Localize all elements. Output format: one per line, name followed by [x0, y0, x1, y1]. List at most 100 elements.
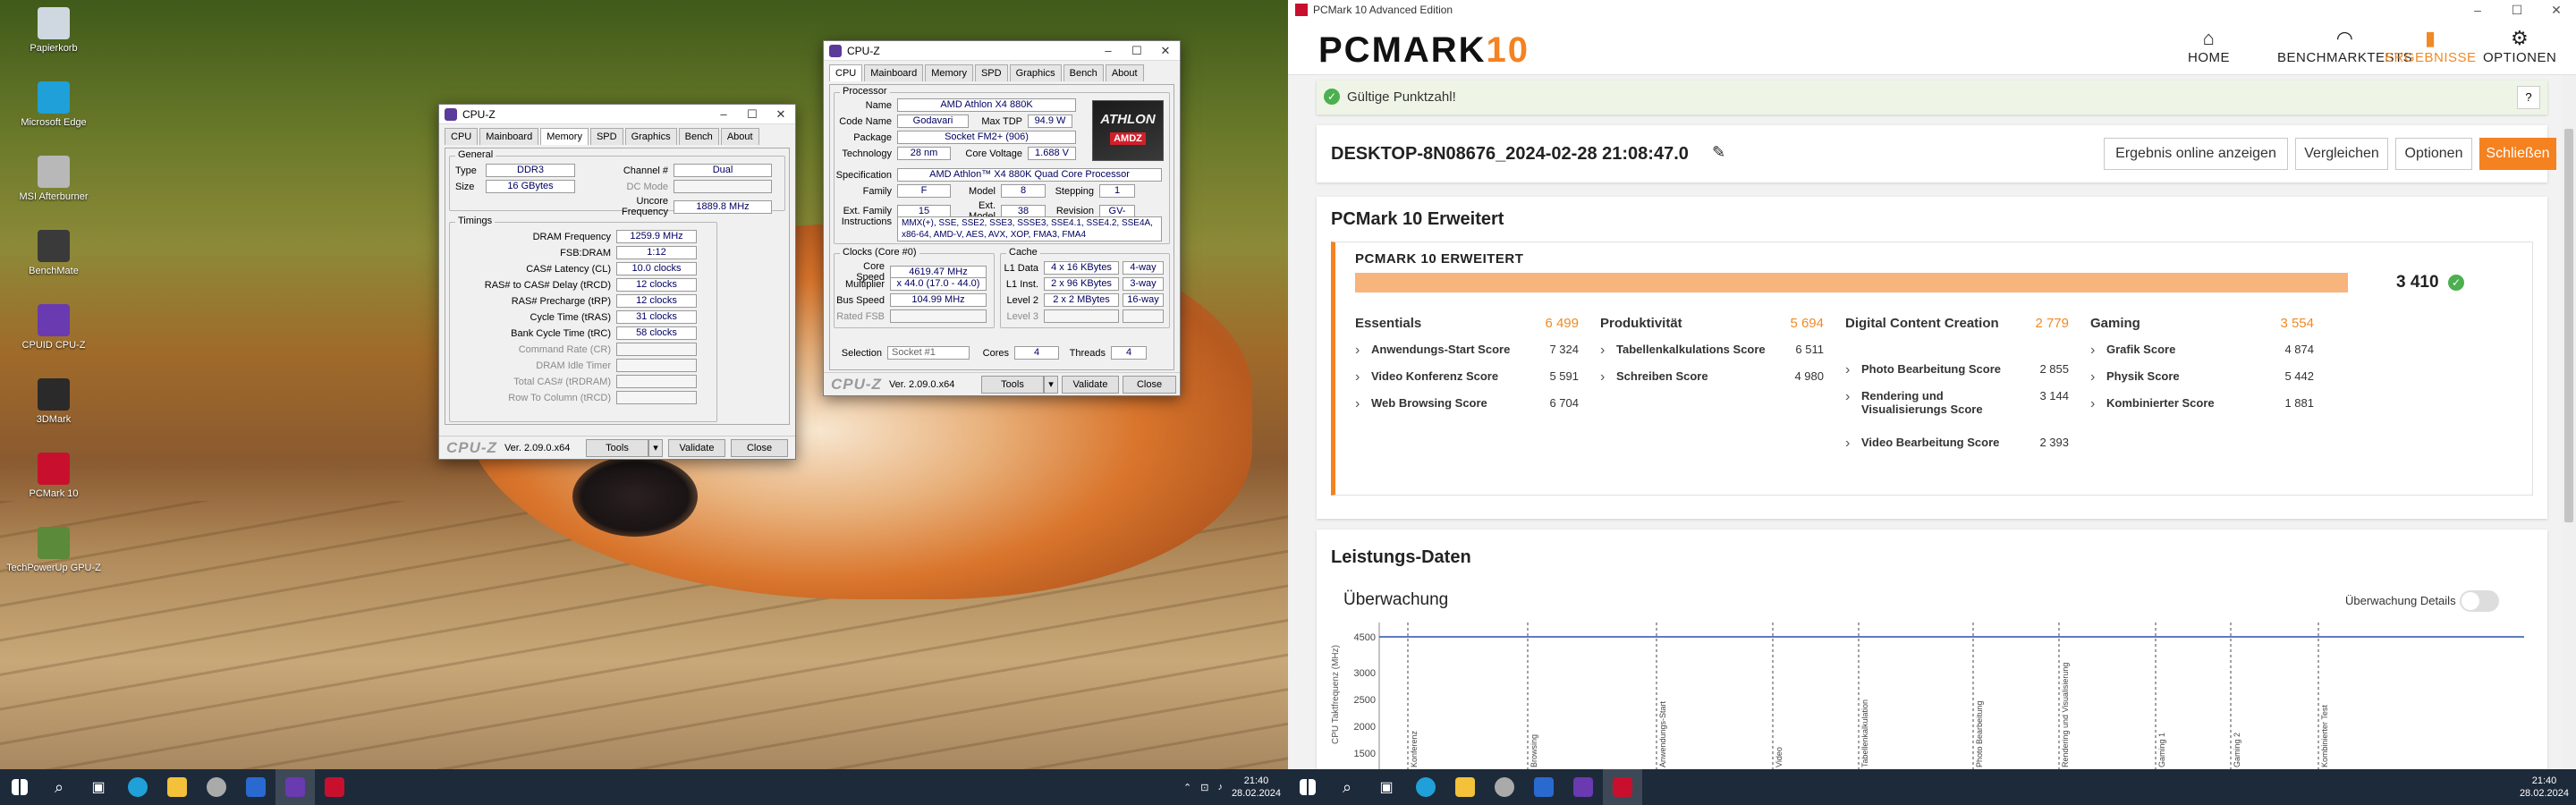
desktop-icon[interactable]: MSI Afterburner [0, 156, 107, 202]
tab-spd[interactable]: SPD [974, 64, 1008, 81]
tab-graphics[interactable]: Graphics [624, 128, 677, 145]
subscore-label[interactable]: Kombinierter Score [2106, 396, 2267, 410]
desktop-icon[interactable]: 3DMark [0, 378, 107, 425]
tab-bench[interactable]: Bench [1063, 64, 1104, 81]
chevron-right-icon[interactable]: › [1355, 343, 1360, 359]
tools-button[interactable]: Tools [981, 376, 1044, 394]
tab-bench[interactable]: Bench [678, 128, 719, 145]
edit-pencil-icon[interactable]: ✎ [1712, 143, 1725, 162]
page-scrollbar[interactable] [2562, 75, 2576, 769]
close-result-button[interactable]: Schließen [2479, 138, 2556, 170]
taskbar-explorer[interactable] [157, 769, 197, 805]
compare-button[interactable]: Vergleichen [2295, 138, 2388, 170]
subscore-label[interactable]: Schreiben Score [1616, 369, 1777, 383]
tab-mainboard[interactable]: Mainboard [479, 128, 539, 145]
close-icon[interactable]: ✕ [1151, 44, 1180, 58]
start-button[interactable] [0, 769, 39, 805]
taskbar-cpuz[interactable] [275, 769, 315, 805]
subscore-label[interactable]: Video Konferenz Score [1371, 369, 1532, 383]
cpuz-cpu-titlebar[interactable]: CPU-Z – ☐ ✕ [824, 41, 1180, 61]
help-button[interactable]: ? [2517, 86, 2540, 109]
pcmark-titlebar[interactable]: PCMark 10 Advanced Edition – ☐ ✕ [1288, 0, 2576, 20]
subscore-label[interactable]: Anwendungs-Start Score [1371, 343, 1532, 356]
minimize-icon[interactable]: – [1094, 44, 1123, 58]
chevron-right-icon[interactable]: › [1355, 369, 1360, 386]
start-button[interactable] [1288, 769, 1327, 805]
taskbar-edge[interactable] [118, 769, 157, 805]
tab-cpu[interactable]: CPU [445, 128, 479, 145]
taskbar-3dmark[interactable] [1524, 769, 1563, 805]
tools-button[interactable]: Tools [586, 439, 648, 457]
tools-dropdown-icon[interactable]: ▾ [1044, 376, 1058, 394]
tray-chevron-icon[interactable]: ⌃ [1183, 782, 1191, 793]
tab-cpu[interactable]: CPU [829, 64, 863, 81]
tab-memory[interactable]: Memory [925, 64, 973, 81]
taskbar-edge[interactable] [1406, 769, 1445, 805]
nav-home[interactable]: ⌂ HOME [2188, 27, 2230, 65]
taskbar-afterburner[interactable] [197, 769, 236, 805]
validate-button[interactable]: Validate [1062, 376, 1119, 394]
chevron-right-icon[interactable]: › [1845, 436, 1850, 452]
close-icon[interactable]: ✕ [767, 107, 795, 122]
taskview-button[interactable]: ▣ [79, 769, 118, 805]
desktop-icon[interactable]: Microsoft Edge [0, 81, 107, 128]
desktop-icon[interactable]: CPUID CPU-Z [0, 304, 107, 351]
taskbar-pcmark[interactable] [1603, 769, 1642, 805]
close-button[interactable]: Close [731, 439, 788, 457]
subscore-label[interactable]: Tabellenkalkulations Score [1616, 343, 1777, 356]
tab-memory[interactable]: Memory [540, 128, 589, 145]
search-button[interactable]: ⌕ [39, 769, 79, 805]
tab-graphics[interactable]: Graphics [1009, 64, 1062, 81]
minimize-icon[interactable]: – [2458, 3, 2497, 18]
tab-mainboard[interactable]: Mainboard [864, 64, 924, 81]
network-icon[interactable]: ⊡ [1200, 782, 1208, 793]
view-online-button[interactable]: Ergebnis online anzeigen [2104, 138, 2288, 170]
volume-icon[interactable]: ♪ [1217, 782, 1223, 792]
clock-left[interactable]: 21:40 28.02.2024 [1232, 775, 1281, 800]
monitoring-toggle[interactable] [2460, 590, 2499, 612]
validate-button[interactable]: Validate [668, 439, 725, 457]
chevron-right-icon[interactable]: › [1600, 369, 1605, 386]
maximize-icon[interactable]: ☐ [738, 107, 767, 122]
desktop-icon[interactable]: BenchMate [0, 230, 107, 276]
subscore-label[interactable]: Photo Bearbeitung Score [1861, 362, 2022, 376]
taskbar-pcmark[interactable] [315, 769, 354, 805]
chevron-right-icon[interactable]: › [2090, 343, 2095, 359]
selection-dropdown[interactable]: Socket #1 [887, 346, 970, 360]
nav-optionen[interactable]: ⚙ OPTIONEN [2483, 27, 2556, 65]
taskbar-cpuz[interactable] [1563, 769, 1603, 805]
search-button[interactable]: ⌕ [1327, 769, 1367, 805]
tab-about[interactable]: About [720, 128, 759, 145]
minimize-icon[interactable]: – [709, 107, 738, 122]
tab-about[interactable]: About [1105, 64, 1144, 81]
subscore-label[interactable]: Rendering und Visualisierungs Score [1861, 389, 2022, 416]
cpuz-memory-titlebar[interactable]: CPU-Z – ☐ ✕ [439, 105, 795, 124]
taskbar-3dmark[interactable] [236, 769, 275, 805]
chevron-right-icon[interactable]: › [2090, 369, 2095, 386]
taskview-button[interactable]: ▣ [1367, 769, 1406, 805]
nav-ergebnisse[interactable]: ▮ ERGEBNISSE [2385, 27, 2477, 65]
subscore-label[interactable]: Physik Score [2106, 369, 2267, 383]
tab-spd[interactable]: SPD [589, 128, 623, 145]
desktop-icon[interactable]: Papierkorb [0, 7, 107, 54]
scrollbar-thumb[interactable] [2564, 129, 2573, 522]
chevron-right-icon[interactable]: › [1355, 396, 1360, 412]
close-button[interactable]: Close [1123, 376, 1176, 394]
desktop-icon[interactable]: PCMark 10 [0, 453, 107, 499]
maximize-icon[interactable]: ☐ [2497, 3, 2537, 18]
maximize-icon[interactable]: ☐ [1123, 44, 1151, 58]
subscore-label[interactable]: Grafik Score [2106, 343, 2267, 356]
close-icon[interactable]: ✕ [2537, 3, 2576, 18]
clock-right[interactable]: 21:40 28.02.2024 [2520, 775, 2569, 800]
options-button[interactable]: Optionen [2395, 138, 2472, 170]
subscore-label[interactable]: Video Bearbeitung Score [1861, 436, 2022, 449]
chevron-right-icon[interactable]: › [1845, 389, 1850, 405]
chevron-right-icon[interactable]: › [1600, 343, 1605, 359]
tools-dropdown-icon[interactable]: ▾ [648, 439, 663, 457]
desktop-icon[interactable]: TechPowerUp GPU-Z [0, 527, 107, 573]
chevron-right-icon[interactable]: › [2090, 396, 2095, 412]
chevron-right-icon[interactable]: › [1845, 362, 1850, 378]
taskbar-afterburner[interactable] [1485, 769, 1524, 805]
subscore-label[interactable]: Web Browsing Score [1371, 396, 1532, 410]
taskbar-explorer[interactable] [1445, 769, 1485, 805]
